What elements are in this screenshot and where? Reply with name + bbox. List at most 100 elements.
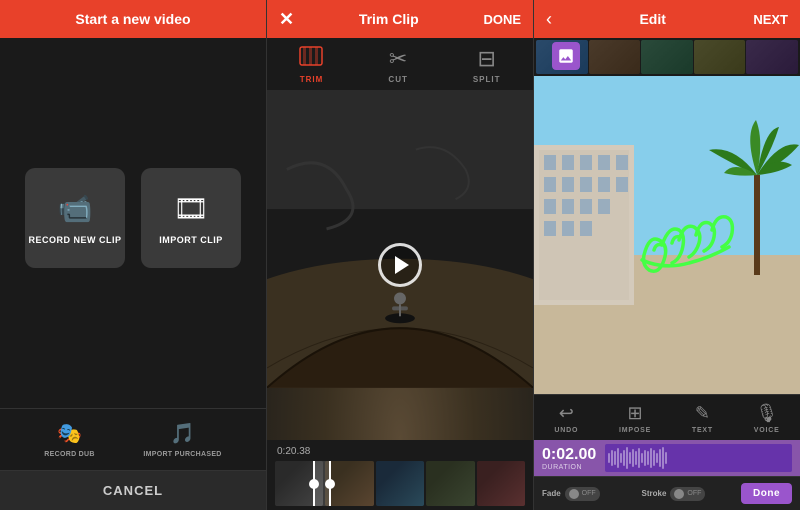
image-overlay-icon[interactable] (552, 42, 580, 70)
cut-icon: ✂ (389, 46, 407, 72)
waveform-bar (608, 453, 610, 463)
waveform-bar (611, 450, 613, 467)
timeline-thumb-3 (376, 461, 424, 506)
fade-toggle-dot (569, 489, 579, 499)
close-button[interactable]: ✕ (279, 9, 294, 30)
film-thumb-3 (641, 40, 693, 74)
panel2-title: Trim Clip (359, 11, 419, 27)
panel3-title: Edit (639, 11, 665, 27)
stroke-label: Stroke (642, 489, 667, 498)
waveform-bar (641, 453, 643, 463)
panel3-header: ‹ Edit NEXT (534, 0, 800, 38)
record-new-clip-label: RECORD NEW CLIP (29, 235, 122, 245)
tab-split[interactable]: ⊟ SPLIT (473, 46, 501, 84)
record-new-clip-button[interactable]: 📹 RECORD NEW CLIP (25, 168, 125, 268)
panel-trim-clip: ✕ Trim Clip DONE TRIM ✂ CUT ⊟ SPLIT (266, 0, 534, 510)
panel3-bottom: Fade OFF Stroke OFF Done (534, 476, 800, 510)
record-dub-label: RECORD DUB (44, 451, 94, 458)
play-button[interactable] (378, 243, 422, 287)
panel2-video (267, 90, 533, 440)
import-clip-label: IMPORT CLIP (159, 235, 223, 245)
done-button-panel2[interactable]: DONE (483, 12, 521, 27)
undo-icon: ↩ (559, 403, 574, 424)
impose-label: IMPOSE (619, 427, 651, 434)
waveform-bar (614, 451, 616, 464)
voice-tool[interactable]: 🎙 VOICE (754, 403, 780, 434)
cancel-label: CANCEL (103, 483, 163, 498)
waveform-bar (635, 451, 637, 465)
timeline-timestamp: 0:20.38 (275, 446, 525, 457)
split-icon: ⊟ (477, 46, 495, 72)
tab-cut[interactable]: ✂ CUT (388, 46, 407, 84)
duration-waveform (605, 444, 792, 472)
timeline-strip[interactable] (275, 461, 525, 506)
impose-icon: ⊞ (628, 403, 643, 424)
impose-tool[interactable]: ⊞ IMPOSE (619, 403, 651, 434)
text-label: TEXT (692, 427, 713, 434)
tab-trim[interactable]: TRIM (299, 46, 323, 84)
film-icon: 🎞 (173, 192, 209, 225)
waveform-bar (659, 449, 661, 467)
stroke-toggle[interactable]: OFF (670, 487, 705, 501)
next-button[interactable]: NEXT (753, 12, 788, 27)
handle-dot-left (309, 479, 319, 489)
panel1-main: 📹 RECORD NEW CLIP 🎞 IMPORT CLIP (0, 38, 266, 408)
duration-time: 0:02.00 (542, 446, 597, 464)
import-purchased-label: IMPORT PURCHASED (143, 451, 221, 458)
panel1-title: Start a new video (75, 11, 190, 27)
waveform-bar (638, 448, 640, 468)
text-icon: ✎ (695, 403, 710, 424)
film-thumb-2 (589, 40, 641, 74)
panel1-buttons-row: 📹 RECORD NEW CLIP 🎞 IMPORT CLIP (25, 168, 241, 268)
waveform-bar (629, 452, 631, 464)
done-button-panel3[interactable]: Done (741, 483, 792, 504)
record-dub-button[interactable]: 🎭 RECORD DUB (44, 421, 94, 458)
image-icon (557, 47, 575, 65)
voice-label: VOICE (754, 427, 780, 434)
waveform-bar (617, 448, 619, 467)
camera-icon: 📹 (58, 192, 93, 225)
waveform-bar (620, 453, 622, 464)
panel3-filmstrip (534, 38, 800, 76)
stroke-toggle-group: Stroke OFF (642, 487, 732, 501)
waveform-bar (632, 449, 634, 467)
tab-cut-label: CUT (388, 75, 407, 84)
trim-icon (299, 46, 323, 72)
import-purchased-icon: 🎵 (170, 421, 195, 446)
text-tool[interactable]: ✎ TEXT (692, 403, 713, 434)
cancel-button[interactable]: CANCEL (0, 470, 266, 510)
waveform-bar (650, 448, 652, 467)
waveform-bar (656, 453, 658, 464)
film-thumb-5 (746, 40, 798, 74)
film-thumb-4 (694, 40, 746, 74)
import-purchased-button[interactable]: 🎵 IMPORT PURCHASED (143, 421, 221, 458)
waveform-bar (662, 447, 664, 469)
undo-tool[interactable]: ↩ UNDO (554, 403, 578, 434)
panel1-header: Start a new video (0, 0, 266, 38)
undo-label: UNDO (554, 427, 578, 434)
duration-label: DURATION (542, 464, 597, 471)
panel3-duration: 0:02.00 DURATION (534, 440, 800, 476)
fade-state: OFF (582, 490, 596, 497)
handle-dot-right (325, 479, 335, 489)
waveform-bars (605, 444, 792, 472)
tab-split-label: SPLIT (473, 75, 501, 84)
panel2-tabs: TRIM ✂ CUT ⊟ SPLIT (267, 38, 533, 90)
waveform-bar (626, 447, 628, 469)
timeline-handle[interactable] (313, 461, 331, 506)
stroke-toggle-dot (674, 489, 684, 499)
duration-info: 0:02.00 DURATION (542, 446, 597, 471)
panel3-toolbar: ↩ UNDO ⊞ IMPOSE ✎ TEXT 🎙 VOICE (534, 394, 800, 440)
panel-edit: ‹ Edit NEXT (534, 0, 800, 510)
fade-toggle-group: Fade OFF (542, 487, 632, 501)
waveform-bar (644, 450, 646, 467)
stroke-state: OFF (687, 490, 701, 497)
panel3-main-video (534, 76, 800, 394)
import-clip-button[interactable]: 🎞 IMPORT CLIP (141, 168, 241, 268)
fade-toggle[interactable]: OFF (565, 487, 600, 501)
panel1-bottom: 🎭 RECORD DUB 🎵 IMPORT PURCHASED (0, 408, 266, 470)
panel2-timeline: 0:20.38 (267, 440, 533, 510)
record-dub-icon: 🎭 (57, 421, 82, 446)
back-button[interactable]: ‹ (546, 9, 552, 30)
panel-start-new-video: Start a new video 📹 RECORD NEW CLIP 🎞 IM… (0, 0, 266, 510)
